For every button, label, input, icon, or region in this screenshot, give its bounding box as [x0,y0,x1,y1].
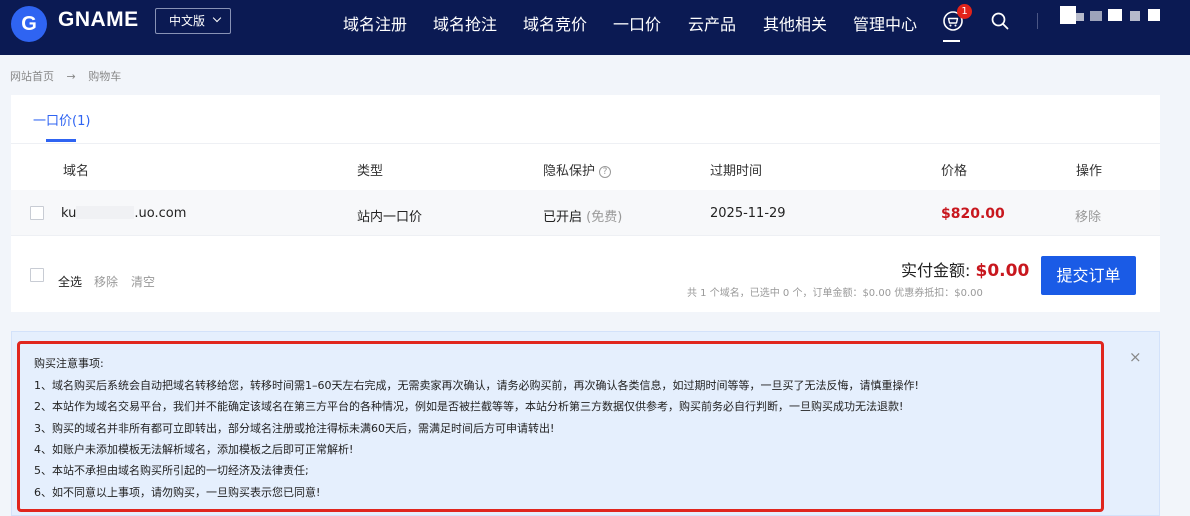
pay-label: 实付金额: [901,261,971,280]
cart-panel: 一口价(1) 域名 类型 隐私保护? 过期时间 价格 操作 ku .uo.com … [11,95,1160,312]
column-privacy-label: 隐私保护 [543,164,596,179]
logo-icon[interactable]: G [11,6,47,42]
nav-management[interactable]: 管理中心 [853,11,917,35]
breadcrumb: 网站首页 → 购物车 [10,68,130,84]
row-privacy: 已开启 (免费) [543,206,622,225]
top-nav: G GNAME 中文版 域名注册 域名抢注 域名竞价 一口价 云产品 其他相关 … [0,0,1190,55]
nav-fixed-price[interactable]: 一口价 [613,11,661,35]
table-row: ku .uo.com 站内一口价 已开启 (免费) 2025-11-29 $820… [11,190,1160,236]
column-domain: 域名 [63,164,90,179]
help-icon[interactable]: ? [599,166,612,178]
tab-fixed-price[interactable]: 一口价(1) [33,110,90,129]
language-select[interactable]: 中文版 [155,8,231,34]
nav-divider [1037,13,1038,29]
column-type: 类型 [357,164,384,179]
column-expire: 过期时间 [710,164,763,179]
tab-active-indicator [46,139,76,142]
breadcrumb-current: 购物车 [88,70,122,83]
select-all-checkbox[interactable] [30,268,44,282]
notice-item: 5、本站不承担由域名购买所引起的一切经济及法律责任; [34,464,309,477]
nav-cloud-products[interactable]: 云产品 [688,11,736,35]
clear-cart-button[interactable]: 清空 [131,273,155,290]
notice-item: 6、如不同意以上事项，请勿购买，一旦购买表示您已同意! [34,486,321,499]
table-header: 域名 类型 隐私保护? 过期时间 价格 操作 [11,143,1160,189]
chevron-down-icon [212,13,222,23]
nav-domain-backorder[interactable]: 域名抢注 [433,11,497,35]
nav-domain-auction[interactable]: 域名竞价 [523,11,587,35]
notice-item: 1、域名购买后系统会自动把域名转移给您，转移时间需1–60天左右完成，无需卖家再… [34,379,919,392]
submit-order-button[interactable]: 提交订单 [1041,256,1136,295]
domain-prefix: ku [61,206,77,221]
remove-row-button[interactable]: 移除 [1075,206,1101,225]
nav-other[interactable]: 其他相关 [763,11,827,35]
notice-title: 购买注意事项: [34,357,104,370]
close-icon[interactable]: × [1129,348,1142,366]
pay-amount: $0.00 [975,261,1030,281]
row-checkbox[interactable] [30,206,44,220]
privacy-note: (免费) [586,210,623,225]
column-privacy: 隐私保护? [543,160,612,179]
domain-redacted [76,206,135,219]
domain-suffix: .uo.com [134,206,187,221]
column-action: 操作 [1076,164,1103,179]
breadcrumb-home[interactable]: 网站首页 [10,70,54,83]
breadcrumb-separator: → [66,70,76,83]
logo-letter: G [21,13,37,35]
nav-domain-register[interactable]: 域名注册 [343,11,407,35]
notice-item: 2、本站作为域名交易平台，我们并不能确定该域名在第三方平台的各种情况，例如是否被… [34,400,904,413]
notice-item: 4、如账户未添加模板无法解析域名，添加模板之后即可正常解析! [34,443,354,456]
column-price: 价格 [941,164,968,179]
user-avatar[interactable] [1060,4,1170,26]
order-summary: 共 1 个域名，已选中 0 个，订单金额：$0.00 优惠券抵扣：$0.00 [687,288,983,299]
row-expire: 2025-11-29 [710,206,786,221]
search-icon[interactable] [990,11,1010,31]
brand-name[interactable]: GNAME [58,8,139,32]
privacy-status: 已开启 [543,210,583,225]
language-label: 中文版 [169,14,206,28]
cart-active-indicator [943,40,960,42]
row-domain: ku .uo.com [61,206,186,221]
remove-selected-button[interactable]: 移除 [94,273,118,290]
purchase-notice: 购买注意事项: 1、域名购买后系统会自动把域名转移给您，转移时间需1–60天左右… [11,331,1160,516]
pay-total: 实付金额: $0.00 [901,257,1029,281]
notice-item: 3、购买的域名并非所有都可立即转出，部分域名注册或抢注得标未满60天后，需满足时… [34,422,555,435]
row-type: 站内一口价 [357,210,423,225]
row-price: $820.00 [941,206,1005,222]
cart-count-badge: 1 [957,4,972,19]
select-all-label[interactable]: 全选 [58,273,82,290]
